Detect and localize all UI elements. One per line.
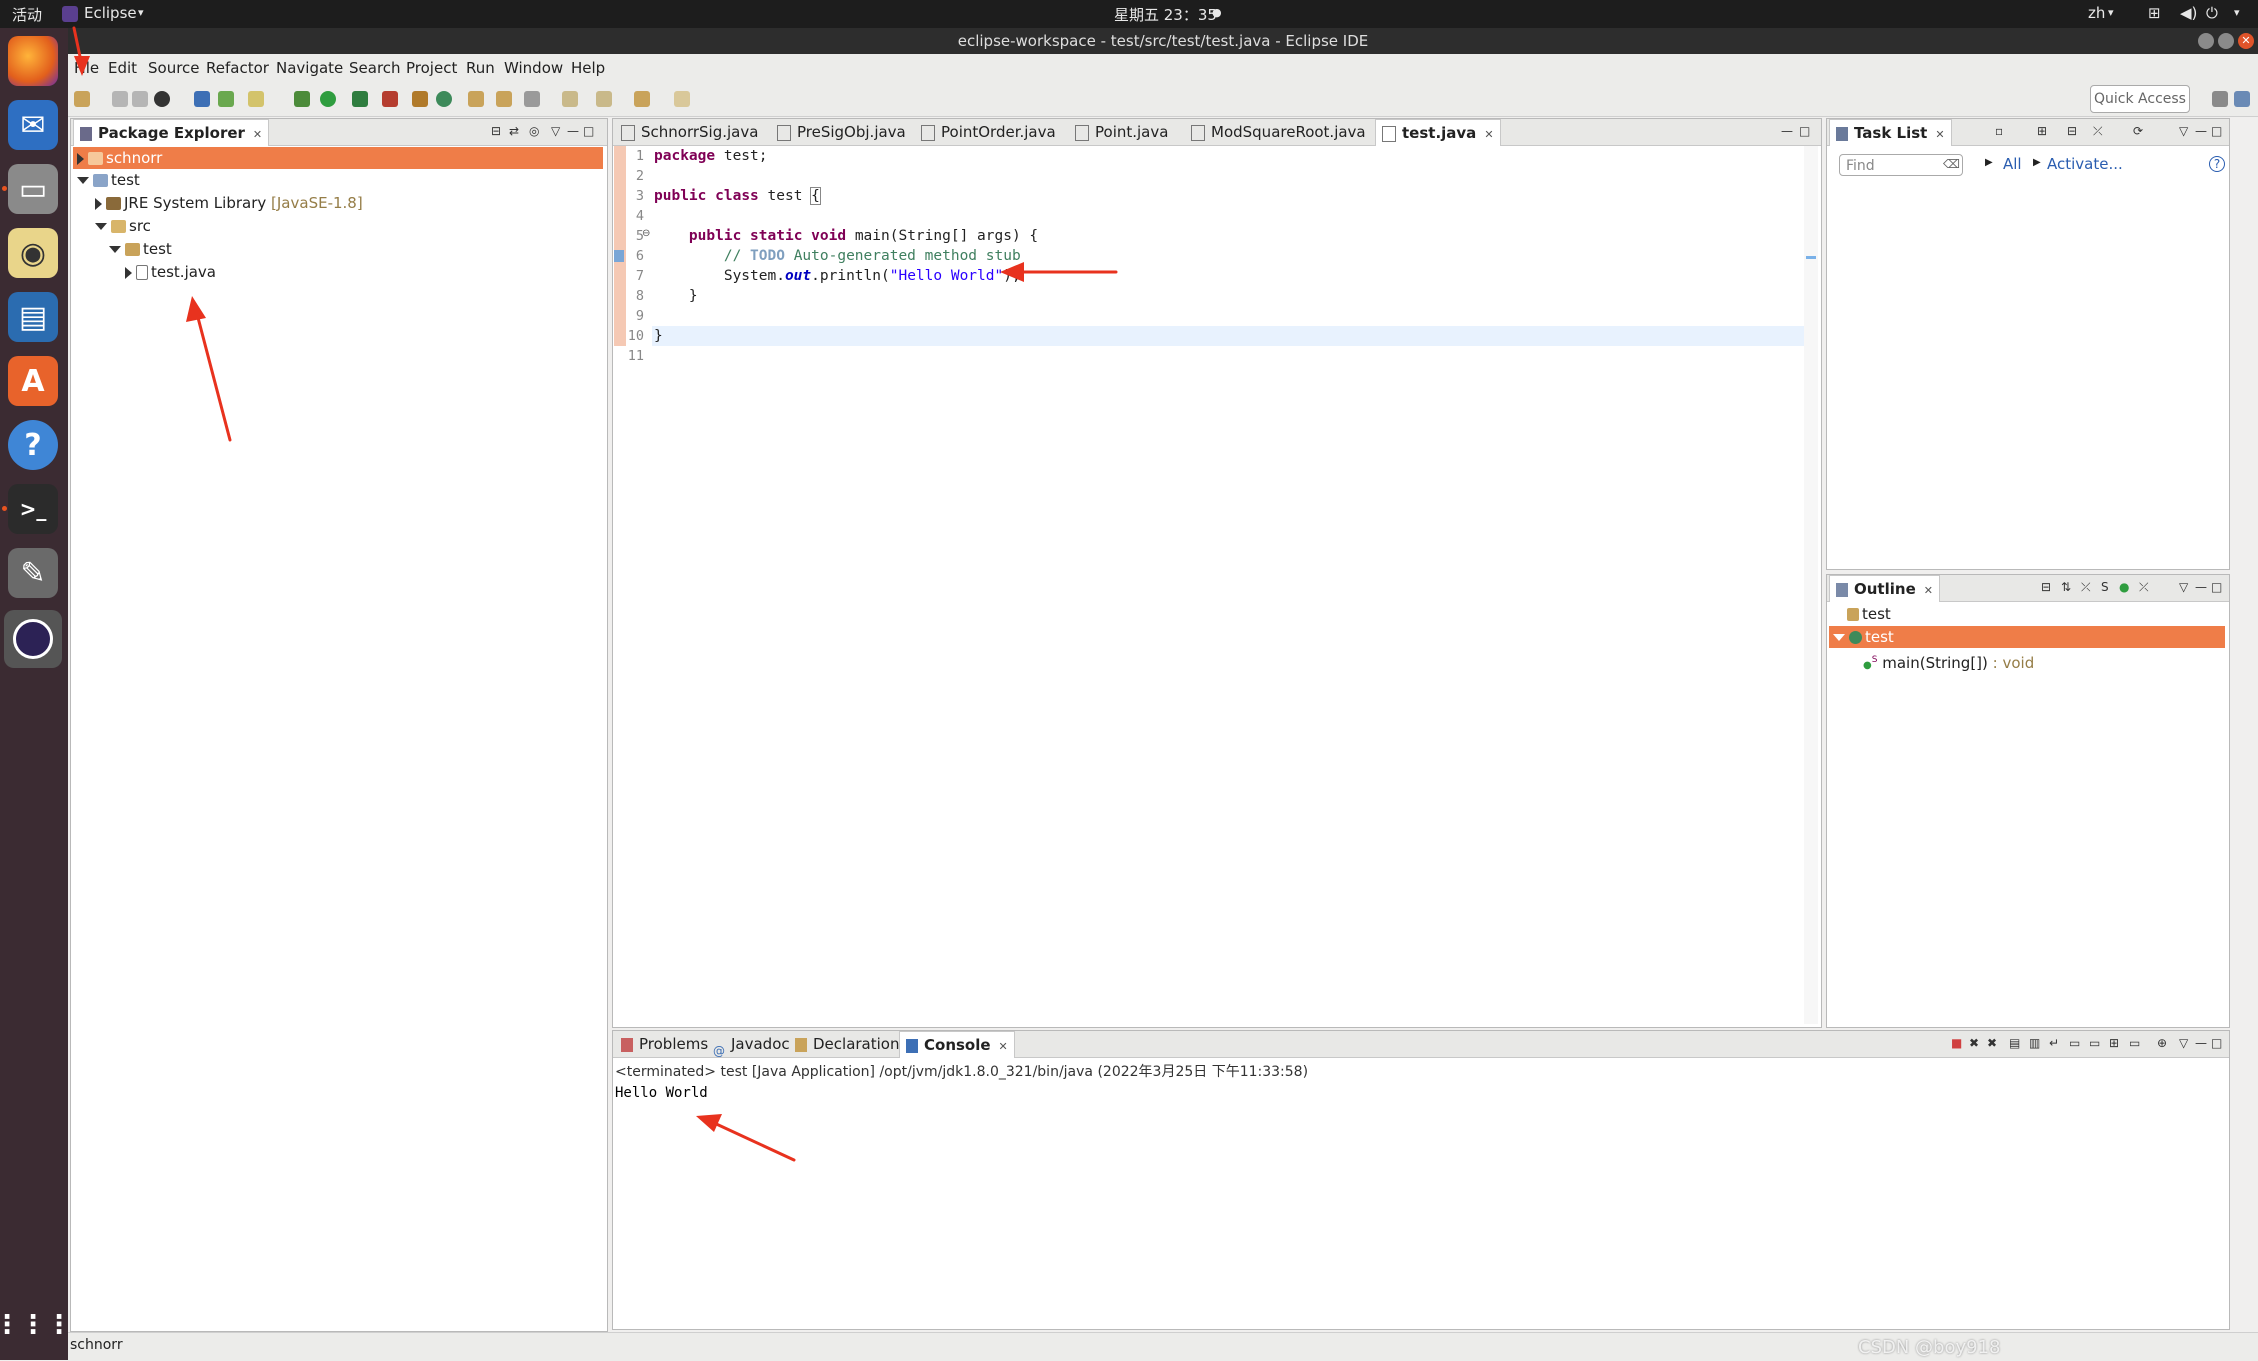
annotation-arrowhead [696,1114,722,1132]
annotation-arrow-console [710,1120,796,1162]
annotation-arrowhead [1000,262,1024,282]
annotation-arrowhead [74,56,90,76]
annotation-arrowhead [186,296,206,322]
annotation-overlay [72,26,1118,1162]
annotation-arrow-tree [194,308,232,442]
